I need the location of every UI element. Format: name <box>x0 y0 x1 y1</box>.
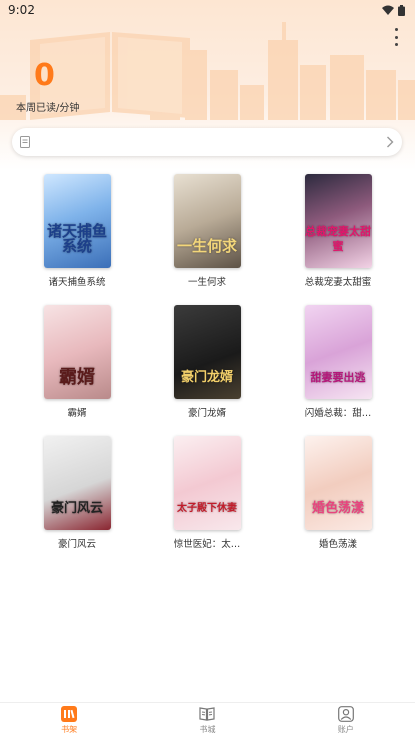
search-bar[interactable] <box>12 128 402 156</box>
nav-label: 书架 <box>61 725 78 734</box>
book-title: 诸天捕鱼系统 <box>48 277 106 288</box>
more-options-icon[interactable] <box>391 28 401 46</box>
book-cover-text: 甜妻要出逃 <box>310 371 366 384</box>
battery-icon <box>398 4 405 16</box>
book-cover[interactable]: 诸天捕鱼系统 <box>43 174 111 268</box>
book-item[interactable]: 婚色荡漾 婚色荡漾 <box>283 436 393 550</box>
weekly-read-count: 0 <box>34 58 55 93</box>
book-cover-text: 一生何求 <box>176 237 237 255</box>
bookshelf-icon <box>61 706 78 722</box>
book-title: 婚色荡漾 <box>318 539 357 550</box>
status-bar: 9:02 <box>0 0 415 20</box>
status-time: 9:02 <box>8 3 35 17</box>
nav-account[interactable]: 账户 <box>277 703 415 739</box>
account-icon <box>337 706 354 722</box>
bottom-navigation: 书架 书城 账户 <box>0 702 415 739</box>
book-title: 豪门龙婿 <box>187 408 226 419</box>
nav-label: 账户 <box>337 725 354 734</box>
book-cover[interactable]: 甜妻要出逃 <box>304 305 372 399</box>
book-item[interactable]: 霸婿 霸婿 <box>22 305 132 419</box>
book-cover[interactable]: 总裁宠妻太甜蜜 <box>304 174 372 268</box>
book-cover-text: 太子殿下休妻 <box>177 503 237 514</box>
book-item[interactable]: 总裁宠妻太甜蜜 总裁宠妻太甜蜜 <box>283 174 393 288</box>
book-cover[interactable]: 婚色荡漾 <box>304 436 372 530</box>
book-cover-text: 婚色荡漾 <box>311 501 364 516</box>
book-item[interactable]: 甜妻要出逃 闪婚总裁：甜… <box>283 305 393 419</box>
nav-label: 书城 <box>199 725 216 734</box>
header-banner: 9:02 0 本周已读/分钟 <box>0 0 415 170</box>
chevron-right-icon[interactable] <box>386 136 394 148</box>
nav-bookshelf[interactable]: 书架 <box>0 703 138 739</box>
search-input[interactable] <box>36 136 386 148</box>
book-item[interactable]: 诸天捕鱼系统 诸天捕鱼系统 <box>22 174 132 288</box>
book-title: 闪婚总裁：甜… <box>304 408 372 419</box>
book-cover-text: 霸婿 <box>59 367 95 388</box>
book-cover-text: 豪门龙婿 <box>180 370 233 385</box>
book-cover-text: 总裁宠妻太甜蜜 <box>305 225 371 253</box>
wifi-icon <box>382 5 394 15</box>
book-title: 豪门风云 <box>57 539 96 550</box>
book-cover[interactable]: 太子殿下休妻 <box>173 436 241 530</box>
book-title: 一生何求 <box>187 277 226 288</box>
document-icon <box>20 136 30 148</box>
nav-bookstore[interactable]: 书城 <box>138 703 276 739</box>
weekly-read-label: 本周已读/分钟 <box>16 103 80 114</box>
book-cover[interactable]: 豪门风云 <box>43 436 111 530</box>
book-title: 总裁宠妻太甜蜜 <box>304 277 372 288</box>
book-title: 霸婿 <box>67 408 87 419</box>
book-title: 惊世医妃：太… <box>173 539 241 550</box>
book-cover[interactable]: 豪门龙婿 <box>173 305 241 399</box>
book-cover[interactable]: 霸婿 <box>43 305 111 399</box>
book-cover-text: 诸天捕鱼系统 <box>46 222 107 255</box>
bookstore-icon <box>199 707 216 721</box>
book-item[interactable]: 太子殿下休妻 惊世医妃：太… <box>152 436 262 550</box>
book-cover[interactable]: 一生何求 <box>173 174 241 268</box>
book-cover-text: 豪门风云 <box>50 501 103 516</box>
book-item[interactable]: 一生何求 一生何求 <box>152 174 262 288</box>
book-item[interactable]: 豪门风云 豪门风云 <box>22 436 132 550</box>
book-item[interactable]: 豪门龙婿 豪门龙婿 <box>152 305 262 419</box>
